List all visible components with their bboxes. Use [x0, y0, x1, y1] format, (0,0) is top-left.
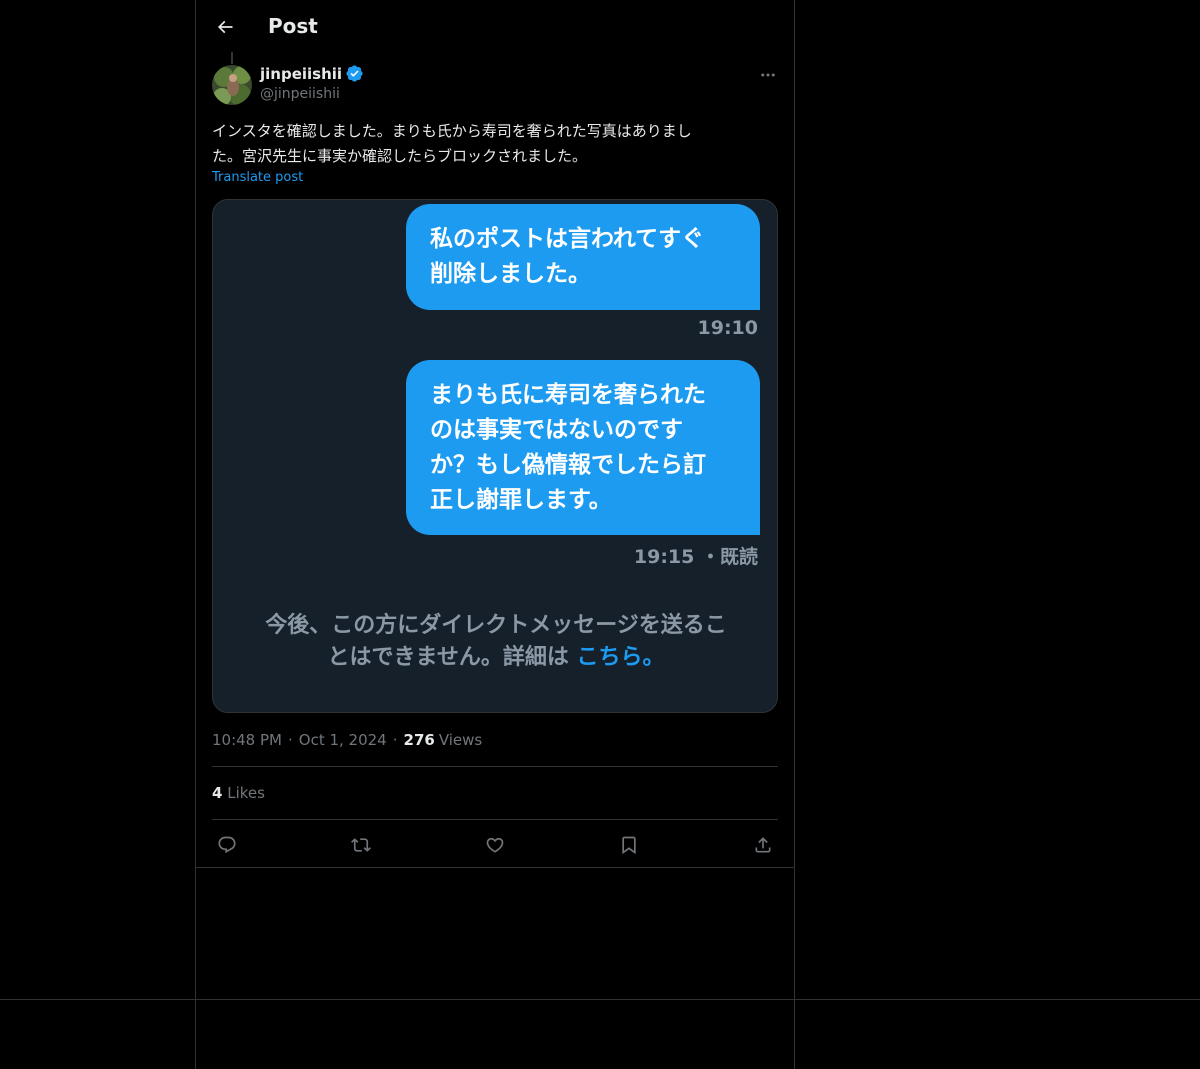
more-horizontal-icon — [761, 73, 775, 77]
post-bottom-divider — [196, 867, 794, 868]
top-bar: Post — [196, 0, 794, 53]
more-options-button[interactable] — [754, 64, 782, 86]
divider — [212, 766, 778, 767]
dm-bubble-line: 正し謝罪します。 — [430, 487, 612, 513]
dm-bubble-line: のは事実ではないのです — [430, 417, 683, 443]
dm-bubble: 私のポストは言われてすぐ 削除しました。 — [406, 204, 760, 310]
author-handle[interactable]: @jinpeiishii — [260, 86, 340, 102]
dm-blocked-notice: 今後、この方にダイレクトメッセージを送るこ とはできません。詳細は こちら。 — [213, 610, 777, 674]
page-title: Post — [268, 14, 318, 38]
dm-bubble: まりも氏に寿司を奢られた のは事実ではないのです か？もし偽情報でしたら訂 正し… — [406, 360, 760, 535]
reply-icon — [218, 836, 236, 854]
notice-line: とはできません。詳細は — [327, 645, 569, 670]
post-time[interactable]: 10:48 PM — [212, 731, 282, 749]
left-column-border — [195, 0, 196, 1069]
meta-separator: · — [392, 731, 398, 749]
post-media-image[interactable]: 私のポストは言われてすぐ 削除しました。 19:10 まりも氏に寿司を奢られた … — [212, 199, 778, 713]
bookmark-button[interactable] — [612, 828, 646, 862]
like-button[interactable] — [478, 828, 512, 862]
views-count: 276 — [403, 731, 435, 749]
dm-bubble-line: まりも氏に寿司を奢られた — [430, 382, 706, 408]
meta-separator: · — [287, 731, 293, 749]
bottom-divider — [0, 999, 1200, 1000]
dm-bubble-line: 削除しました。 — [430, 261, 591, 287]
right-column-border — [794, 0, 795, 1069]
translate-post-link[interactable]: Translate post — [212, 170, 303, 185]
post-text: インスタを確認しました。まりも氏から寿司を奢られた写真はありまし た。宮沢先生に… — [212, 119, 772, 169]
reply-button[interactable] — [210, 828, 244, 862]
dm-bubble-line: 私のポストは言われてすぐ — [430, 226, 705, 252]
avatar[interactable] — [212, 65, 252, 105]
author-name-row: jinpeiishii — [260, 64, 364, 83]
dm-timestamp: 19:10 — [697, 317, 758, 339]
verified-badge-icon — [346, 65, 363, 82]
dm-timestamp: 19:15 ・既読 — [633, 546, 758, 568]
thread-connector — [231, 52, 233, 64]
post-text-line: た。宮沢先生に事実か確認したらブロックされました。 — [212, 147, 588, 165]
author-display-name[interactable]: jinpeiishii — [260, 65, 342, 83]
arrow-left-icon — [217, 20, 233, 34]
post-text-line: インスタを確認しました。まりも氏から寿司を奢られた写真はありまし — [212, 122, 692, 140]
bookmark-icon — [622, 836, 636, 855]
post-date[interactable]: Oct 1, 2024 — [299, 731, 387, 749]
notice-link: こちら。 — [576, 645, 665, 670]
heart-icon — [486, 837, 504, 853]
avatar-image — [212, 65, 252, 105]
likes-count: 4 — [212, 784, 223, 802]
dm-bubble-line: か？もし偽情報でしたら訂 — [430, 452, 706, 478]
notice-line: 今後、この方にダイレクトメッセージを送るこ — [265, 613, 727, 638]
views-label: Views — [438, 731, 483, 749]
divider — [212, 819, 778, 820]
action-bar — [212, 828, 778, 862]
share-button[interactable] — [746, 828, 780, 862]
share-icon — [755, 837, 771, 853]
notice-line-2: とはできません。詳細は こちら。 — [213, 642, 777, 674]
post-meta: 10:48 PM · Oct 1, 2024 · 276 Views — [212, 731, 482, 749]
likes-label: Likes — [227, 784, 265, 802]
likes-stat[interactable]: 4 Likes — [212, 784, 265, 802]
repost-icon — [351, 838, 371, 852]
repost-button[interactable] — [344, 828, 378, 862]
back-button[interactable] — [208, 10, 242, 44]
